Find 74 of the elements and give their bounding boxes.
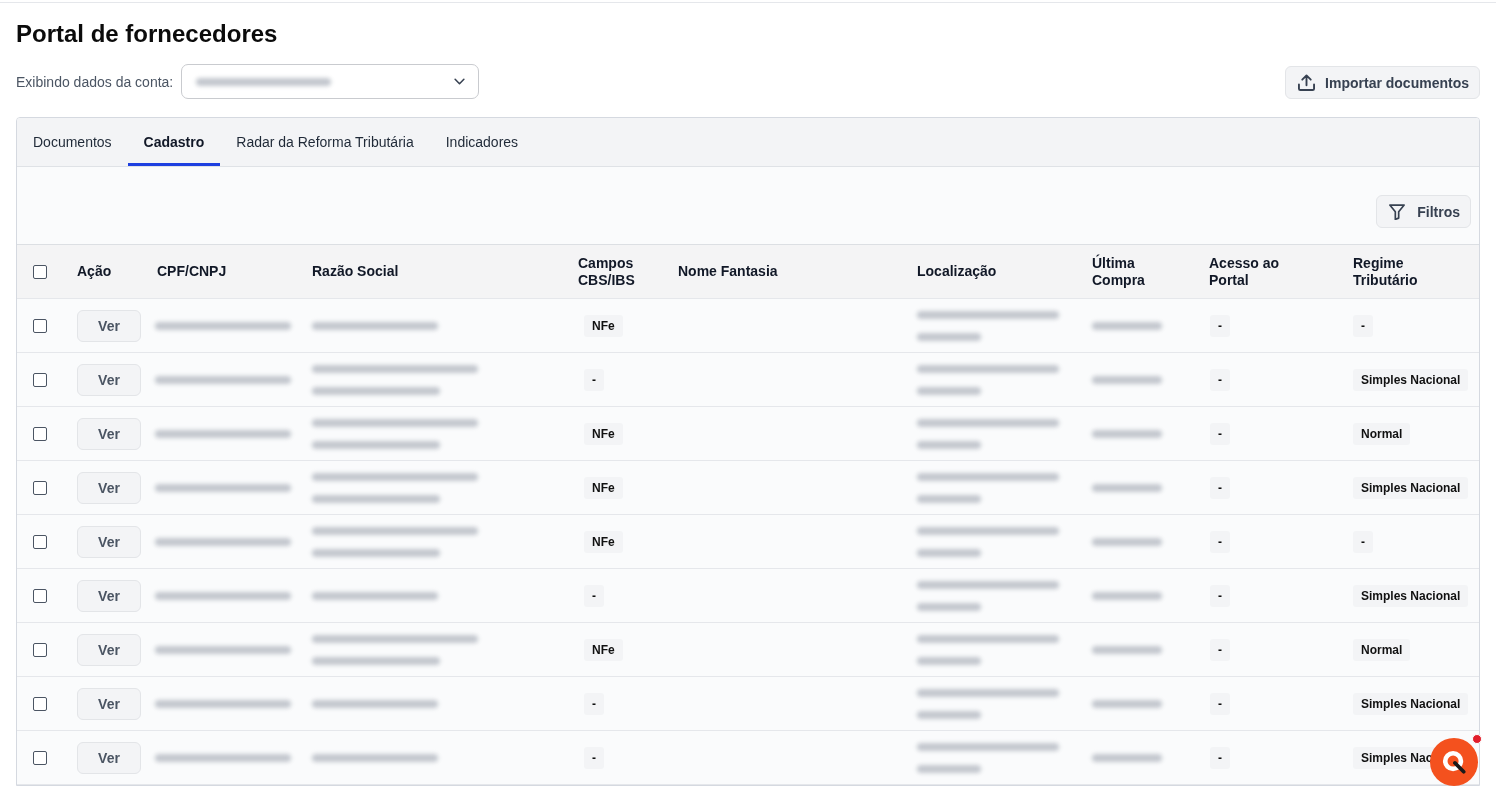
row-checkbox[interactable]	[33, 588, 47, 603]
view-button[interactable]: Ver	[77, 633, 141, 666]
column-header: Ação	[77, 263, 112, 280]
row-checkbox[interactable]	[33, 372, 47, 387]
document-type-tag: -	[584, 584, 604, 607]
blurred-text	[1092, 537, 1162, 546]
document-type-tag: NFe	[584, 314, 623, 337]
filter-icon	[1389, 203, 1406, 220]
view-button[interactable]: Ver	[77, 417, 141, 450]
chevron-down-icon	[454, 78, 466, 85]
portal-access-tag: -	[1210, 638, 1230, 661]
blurred-text	[1092, 321, 1162, 330]
portal-access-tag: -	[1210, 746, 1230, 769]
portal-access-tag: -	[1210, 692, 1230, 715]
tab[interactable]: Radar da Reforma Tributária	[220, 118, 430, 166]
view-button[interactable]: Ver	[77, 687, 141, 720]
view-button[interactable]: Ver	[77, 363, 141, 396]
column-header: CPF/CNPJ	[157, 263, 227, 280]
portal-access-tag: -	[1210, 530, 1230, 553]
blurred-text	[1092, 483, 1162, 492]
select-all-checkbox[interactable]	[33, 264, 47, 279]
account-label: Exibindo dados da conta:	[16, 73, 174, 90]
row-checkbox[interactable]	[33, 534, 47, 549]
tax-regime-tag: Simples Nacional	[1353, 584, 1469, 607]
ring-logo-icon	[1442, 750, 1466, 774]
page-title: Portal de fornecedores	[16, 20, 279, 48]
column-header: Regime Tributário	[1353, 254, 1419, 289]
row-checkbox[interactable]	[33, 696, 47, 711]
import-documents-button[interactable]: Importar documentos	[1285, 66, 1480, 99]
portal-access-tag: -	[1210, 422, 1230, 445]
tab[interactable]: Indicadores	[429, 118, 535, 166]
view-button[interactable]: Ver	[77, 309, 141, 342]
blurred-text	[1092, 591, 1162, 600]
document-type-tag: -	[584, 368, 604, 391]
document-type-tag: NFe	[584, 476, 623, 499]
row-checkbox[interactable]	[33, 642, 47, 657]
row-checkbox[interactable]	[33, 426, 47, 441]
column-header: Acesso ao Portal	[1209, 254, 1281, 289]
document-type-tag: NFe	[584, 638, 623, 661]
portal-access-tag: -	[1210, 314, 1230, 337]
tab[interactable]: Documentos	[17, 118, 128, 166]
tax-regime-tag: Simples Nacional	[1353, 368, 1469, 391]
filter-button[interactable]: Filtros	[1376, 195, 1471, 228]
view-button[interactable]: Ver	[77, 471, 141, 504]
portal-access-tag: -	[1210, 476, 1230, 499]
blurred-text	[1092, 429, 1162, 438]
row-checkbox[interactable]	[33, 318, 47, 333]
upload-icon	[1298, 74, 1316, 91]
portal-access-tag: -	[1210, 368, 1230, 391]
blurred-text	[1092, 645, 1162, 654]
document-type-tag: -	[584, 692, 604, 715]
portal-access-tag: -	[1210, 584, 1230, 607]
tax-regime-tag: Normal	[1353, 422, 1411, 445]
tax-regime-tag: Simples Nacional	[1353, 692, 1469, 715]
column-header: Razão Social	[312, 263, 399, 280]
view-button[interactable]: Ver	[77, 579, 141, 612]
blurred-text	[1092, 699, 1162, 708]
column-header: Localização	[917, 263, 997, 280]
tax-regime-tag: Simples Nacional	[1353, 476, 1469, 499]
document-type-tag: -	[584, 746, 604, 769]
view-button[interactable]: Ver	[77, 525, 141, 558]
column-header: Nome Fantasia	[678, 263, 778, 280]
blurred-text	[1092, 375, 1162, 384]
document-type-tag: NFe	[584, 422, 623, 445]
column-header: Última Compra	[1092, 254, 1146, 289]
blurred-text	[1092, 753, 1162, 762]
document-type-tag: NFe	[584, 530, 623, 553]
view-button[interactable]: Ver	[77, 741, 141, 774]
row-checkbox[interactable]	[33, 480, 47, 495]
column-header: Campos CBS/IBS	[578, 254, 636, 289]
tax-regime-tag: -	[1353, 314, 1373, 337]
row-checkbox[interactable]	[33, 750, 47, 765]
tax-regime-tag: -	[1353, 530, 1373, 553]
tax-regime-tag: Normal	[1353, 638, 1411, 661]
